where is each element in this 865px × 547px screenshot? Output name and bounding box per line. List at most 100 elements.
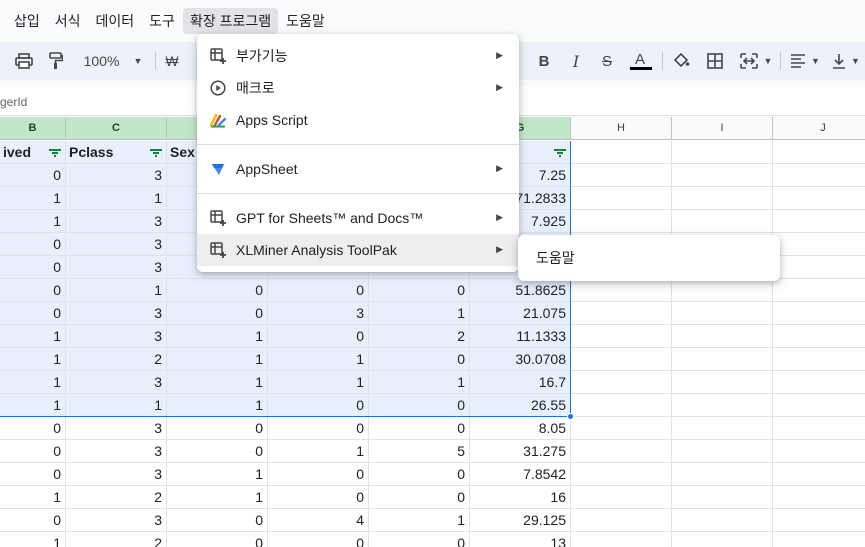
filter-icon[interactable] <box>49 147 61 157</box>
menu-bar-item[interactable]: 도구 <box>142 8 182 34</box>
table-cell[interactable]: 1 <box>0 348 66 371</box>
table-cell[interactable]: 16 <box>470 486 571 509</box>
table-cell[interactable] <box>773 371 865 394</box>
table-cell[interactable] <box>773 394 865 417</box>
header-cell[interactable] <box>773 141 865 164</box>
table-cell[interactable]: 0 <box>369 486 470 509</box>
menu-item[interactable]: 부가기능 ▶ <box>197 40 519 72</box>
table-cell[interactable]: 1 <box>268 371 369 394</box>
table-cell[interactable] <box>672 509 773 532</box>
table-cell[interactable]: 0 <box>268 325 369 348</box>
table-cell[interactable]: 0 <box>369 463 470 486</box>
print-icon[interactable] <box>10 42 38 80</box>
column-header[interactable]: I <box>672 117 773 140</box>
table-cell[interactable] <box>672 417 773 440</box>
table-cell[interactable] <box>773 532 865 547</box>
table-cell[interactable]: 7.8542 <box>470 463 571 486</box>
table-cell[interactable]: 0 <box>0 302 66 325</box>
table-cell[interactable]: 0 <box>369 417 470 440</box>
table-cell[interactable] <box>571 532 672 547</box>
table-cell[interactable] <box>773 256 865 279</box>
bold-button[interactable]: B <box>531 42 557 80</box>
table-cell[interactable] <box>773 233 865 256</box>
table-cell[interactable]: 1 <box>167 486 268 509</box>
menu-bar-item[interactable]: 도움말 <box>279 8 332 34</box>
table-cell[interactable]: 0 <box>268 486 369 509</box>
table-cell[interactable]: 1 <box>66 279 167 302</box>
table-cell[interactable]: 3 <box>66 302 167 325</box>
table-cell[interactable]: 51.8625 <box>470 279 571 302</box>
table-cell[interactable] <box>571 279 672 302</box>
table-cell[interactable]: 11.1333 <box>470 325 571 348</box>
table-cell[interactable] <box>672 302 773 325</box>
table-cell[interactable]: 0 <box>369 348 470 371</box>
table-cell[interactable]: 1 <box>167 394 268 417</box>
table-cell[interactable]: 3 <box>66 256 167 279</box>
table-cell[interactable] <box>672 394 773 417</box>
header-cell[interactable] <box>672 141 773 164</box>
table-cell[interactable]: 1 <box>167 463 268 486</box>
table-cell[interactable] <box>672 210 773 233</box>
table-cell[interactable]: 0 <box>268 532 369 547</box>
table-cell[interactable]: 21.075 <box>470 302 571 325</box>
table-cell[interactable]: 0 <box>0 440 66 463</box>
menu-bar-item[interactable]: 서식 <box>48 8 88 34</box>
table-cell[interactable]: 1 <box>0 486 66 509</box>
table-cell[interactable] <box>672 371 773 394</box>
table-cell[interactable] <box>672 164 773 187</box>
menu-item[interactable]: GPT for Sheets™ and Docs™ ▶ <box>197 202 519 234</box>
menu-bar-item[interactable]: 삽입 <box>7 8 47 34</box>
table-cell[interactable] <box>672 187 773 210</box>
table-cell[interactable]: 2 <box>66 532 167 547</box>
table-cell[interactable]: 1 <box>0 371 66 394</box>
table-cell[interactable]: 1 <box>167 371 268 394</box>
filter-icon[interactable] <box>150 147 162 157</box>
table-cell[interactable] <box>773 417 865 440</box>
table-cell[interactable]: 3 <box>66 509 167 532</box>
selection-handle[interactable] <box>567 413 574 420</box>
table-cell[interactable]: 0 <box>369 532 470 547</box>
table-cell[interactable]: 1 <box>0 325 66 348</box>
text-color-button[interactable]: A <box>627 42 655 80</box>
table-cell[interactable] <box>773 440 865 463</box>
table-cell[interactable] <box>571 187 672 210</box>
table-cell[interactable]: 4 <box>268 509 369 532</box>
table-cell[interactable]: 3 <box>66 417 167 440</box>
table-cell[interactable]: 16.7 <box>470 371 571 394</box>
table-cell[interactable]: 13 <box>470 532 571 547</box>
table-cell[interactable]: 1 <box>0 187 66 210</box>
table-cell[interactable]: 2 <box>369 325 470 348</box>
table-cell[interactable] <box>571 371 672 394</box>
table-cell[interactable]: 1 <box>167 325 268 348</box>
table-cell[interactable]: 1 <box>167 348 268 371</box>
table-cell[interactable]: 8.05 <box>470 417 571 440</box>
menu-item[interactable]: XLMiner Analysis ToolPak ▶ <box>197 234 519 266</box>
fill-color-icon[interactable] <box>668 42 694 80</box>
table-cell[interactable]: 3 <box>66 233 167 256</box>
table-cell[interactable] <box>672 463 773 486</box>
menu-bar-item[interactable]: 확장 프로그램 <box>182 8 279 34</box>
table-cell[interactable] <box>571 417 672 440</box>
table-cell[interactable] <box>773 187 865 210</box>
menu-bar-item[interactable]: 데이터 <box>89 8 142 34</box>
table-cell[interactable]: 0 <box>167 532 268 547</box>
align-left-icon[interactable]: ▼ <box>786 42 824 80</box>
table-cell[interactable]: 1 <box>0 210 66 233</box>
table-cell[interactable] <box>571 210 672 233</box>
table-cell[interactable] <box>571 486 672 509</box>
table-cell[interactable]: 1 <box>369 509 470 532</box>
table-cell[interactable] <box>672 486 773 509</box>
table-cell[interactable]: 1 <box>0 532 66 547</box>
table-cell[interactable]: 0 <box>0 463 66 486</box>
table-cell[interactable]: 26.55 <box>470 394 571 417</box>
table-cell[interactable] <box>773 463 865 486</box>
table-cell[interactable]: 3 <box>66 325 167 348</box>
table-cell[interactable]: 3 <box>66 210 167 233</box>
table-cell[interactable] <box>773 348 865 371</box>
table-cell[interactable]: 0 <box>369 279 470 302</box>
table-cell[interactable]: 1 <box>268 440 369 463</box>
table-cell[interactable] <box>773 210 865 233</box>
table-cell[interactable]: 2 <box>66 486 167 509</box>
table-cell[interactable]: 2 <box>66 348 167 371</box>
table-cell[interactable]: 0 <box>167 417 268 440</box>
